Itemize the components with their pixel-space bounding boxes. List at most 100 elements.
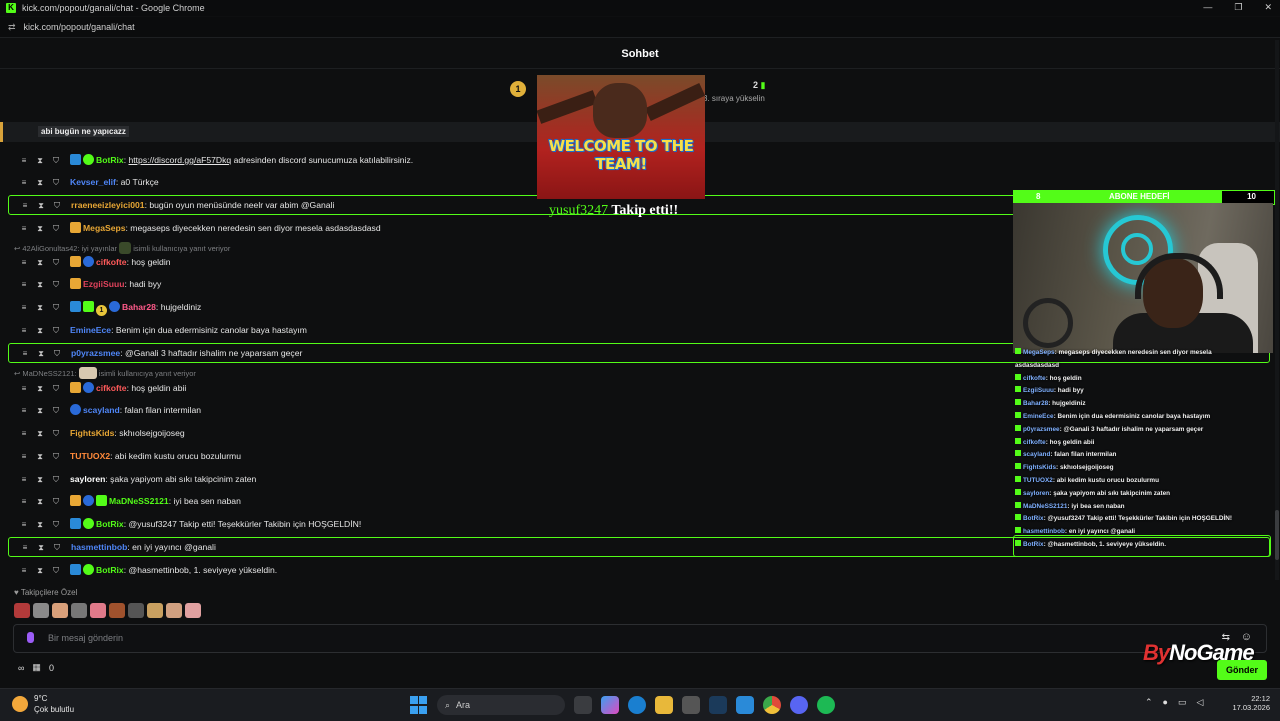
emote[interactable] [147,603,163,618]
pin-icon[interactable]: ≡ [16,298,32,318]
timeout-icon[interactable]: ⧗ [32,424,48,444]
channel-points-icon[interactable]: ∞ [18,663,24,673]
copilot-icon[interactable] [601,696,619,714]
edge-icon[interactable] [628,696,646,714]
chat-message[interactable]: ≡ ⧗ ⛉ MegaSeps: megaseps diyecekken neredes… [8,218,381,238]
chat-username[interactable]: cifkofte [96,383,127,393]
chat-username[interactable]: TUTUOX2 [70,451,110,461]
chat-username[interactable]: BotRix [96,565,124,575]
chat-message[interactable]: ≡ ⧗ ⛉ BotRix: @yusuf3247 Takip etti! Teşekk… [8,514,361,534]
address-bar[interactable]: ⇄ kick.com/popout/ganali/chat [0,17,1280,38]
chat-username[interactable]: hasmettinbob [71,542,127,552]
minimize-button[interactable]: — [1203,2,1212,13]
chat-username[interactable]: MaDNeSS2121 [109,496,169,506]
pin-icon[interactable]: ≡ [16,401,32,421]
emote[interactable] [109,603,125,618]
chat-message[interactable]: ≡ ⧗ ⛉ cifkofte: hoş geldin [8,252,171,272]
pin-icon[interactable]: ≡ [17,345,33,363]
ban-icon[interactable]: ⛉ [48,173,64,193]
chat-username[interactable]: EzgiiSuuu [83,279,125,289]
pin-icon[interactable]: ≡ [17,539,33,557]
timeout-icon[interactable]: ⧗ [32,275,48,295]
chat-username[interactable]: sayloren [70,474,105,484]
start-icon[interactable] [410,696,428,714]
chat-username[interactable]: BotRix [96,519,124,529]
spotify-icon[interactable] [817,696,835,714]
ban-icon[interactable]: ⛉ [48,561,64,581]
chat-message[interactable]: ≡ ⧗ ⛉ FightsKids: skhıolsejgoijoseg [8,423,185,443]
chat-username[interactable]: rraeneeizleyici001 [71,200,145,210]
file-explorer-icon[interactable] [655,696,673,714]
ban-icon[interactable]: ⛉ [49,197,65,215]
ban-icon[interactable]: ⛉ [48,275,64,295]
ban-icon[interactable]: ⛉ [48,151,64,171]
discord-icon[interactable] [790,696,808,714]
ban-icon[interactable]: ⛉ [48,321,64,341]
ban-icon[interactable]: ⛉ [48,253,64,273]
timeout-icon[interactable]: ⧗ [32,219,48,239]
chat-message[interactable]: ≡ ⧗ ⛉ EmineEce: Benim için dua edermisiniz … [8,320,307,340]
ban-icon[interactable]: ⛉ [48,492,64,512]
store-icon[interactable] [682,696,700,714]
timeout-icon[interactable]: ⧗ [33,539,49,557]
timeout-icon[interactable]: ⧗ [32,447,48,467]
chat-message[interactable]: ≡ ⧗ ⛉ Kevser_elif: a0 Türkçe [8,172,159,192]
chat-message[interactable]: ≡ ⧗ ⛉ TUTUOX2: abi kedim kustu orucu bozulu… [8,446,241,466]
chat-username[interactable]: cifkofte [96,257,127,267]
chat-message[interactable]: ≡ ⧗ ⛉ EzgiiSuuu: hadi byy [8,274,161,294]
volume-icon[interactable]: ◁ [1197,697,1204,708]
ban-icon[interactable]: ⛉ [48,447,64,467]
pin-icon[interactable]: ≡ [16,151,32,171]
emote[interactable] [14,603,30,618]
chat-message[interactable]: ≡ ⧗ ⛉ MaDNeSS2121: iyi bea sen naban [8,491,241,511]
ban-icon[interactable]: ⛉ [49,345,65,363]
timeout-icon[interactable]: ⧗ [32,298,48,318]
emote[interactable] [71,603,87,618]
timeout-icon[interactable]: ⧗ [32,561,48,581]
timeout-icon[interactable]: ⧗ [32,321,48,341]
chrome-icon[interactable] [763,696,781,714]
chat-username[interactable]: MegaSeps [83,223,126,233]
timeout-icon[interactable]: ⧗ [32,173,48,193]
pin-icon[interactable]: ≡ [16,275,32,295]
tray-chevron-icon[interactable]: ⌃ [1145,697,1153,708]
pin-icon[interactable]: ≡ [16,379,32,399]
chat-message[interactable]: ≡ ⧗ ⛉ BotRix: @hasmettinbob, 1. seviyeye yü… [8,560,277,580]
url-text[interactable]: kick.com/popout/ganali/chat [24,22,135,32]
pin-icon[interactable]: ≡ [16,561,32,581]
chat-username[interactable]: scayland [83,405,120,415]
gift-count-icon[interactable]: ▦ [32,662,41,673]
chat-username[interactable]: p0yrazsmee [71,348,120,358]
pin-icon[interactable]: ≡ [16,492,32,512]
timeout-icon[interactable]: ⧗ [32,253,48,273]
timeout-icon[interactable]: ⧗ [32,151,48,171]
emote[interactable] [128,603,144,618]
timeout-icon[interactable]: ⧗ [32,379,48,399]
chat-username[interactable]: Bahar28 [122,302,156,312]
message-input[interactable]: Bir mesaj gönderin ⇆ ☺ [13,624,1267,653]
timeout-icon[interactable]: ⧗ [32,492,48,512]
timeout-icon[interactable]: ⧗ [32,470,48,490]
chat-link[interactable]: https://discord.gg/aF57Dkq [128,155,231,165]
timeout-icon[interactable]: ⧗ [32,401,48,421]
emote[interactable] [185,603,201,618]
ban-icon[interactable]: ⛉ [48,219,64,239]
mic-icon[interactable] [27,632,34,643]
pin-icon[interactable]: ≡ [16,470,32,490]
ban-icon[interactable]: ⛉ [49,539,65,557]
chat-message[interactable]: ≡ ⧗ ⛉ cifkofte: hoş geldin abii [8,378,186,398]
chat-message[interactable]: ≡ ⧗ ⛉ scayland: falan filan intermilan [8,400,201,420]
emote[interactable] [90,603,106,618]
timeout-icon[interactable]: ⧗ [33,197,49,215]
ban-icon[interactable]: ⛉ [48,424,64,444]
network-icon[interactable]: ▭ [1178,697,1187,708]
chat-username[interactable]: EmineEce [70,325,111,335]
restore-button[interactable]: ❐ [1234,2,1242,13]
chat-message[interactable]: ≡ ⧗ ⛉ 1 Bahar28: hujgeldiniz [8,297,201,317]
task-view-icon[interactable] [574,696,592,714]
timeout-icon[interactable]: ⧗ [32,515,48,535]
timeout-icon[interactable]: ⧗ [33,345,49,363]
steam-icon[interactable] [709,696,727,714]
ban-icon[interactable]: ⛉ [48,298,64,318]
ban-icon[interactable]: ⛉ [48,470,64,490]
